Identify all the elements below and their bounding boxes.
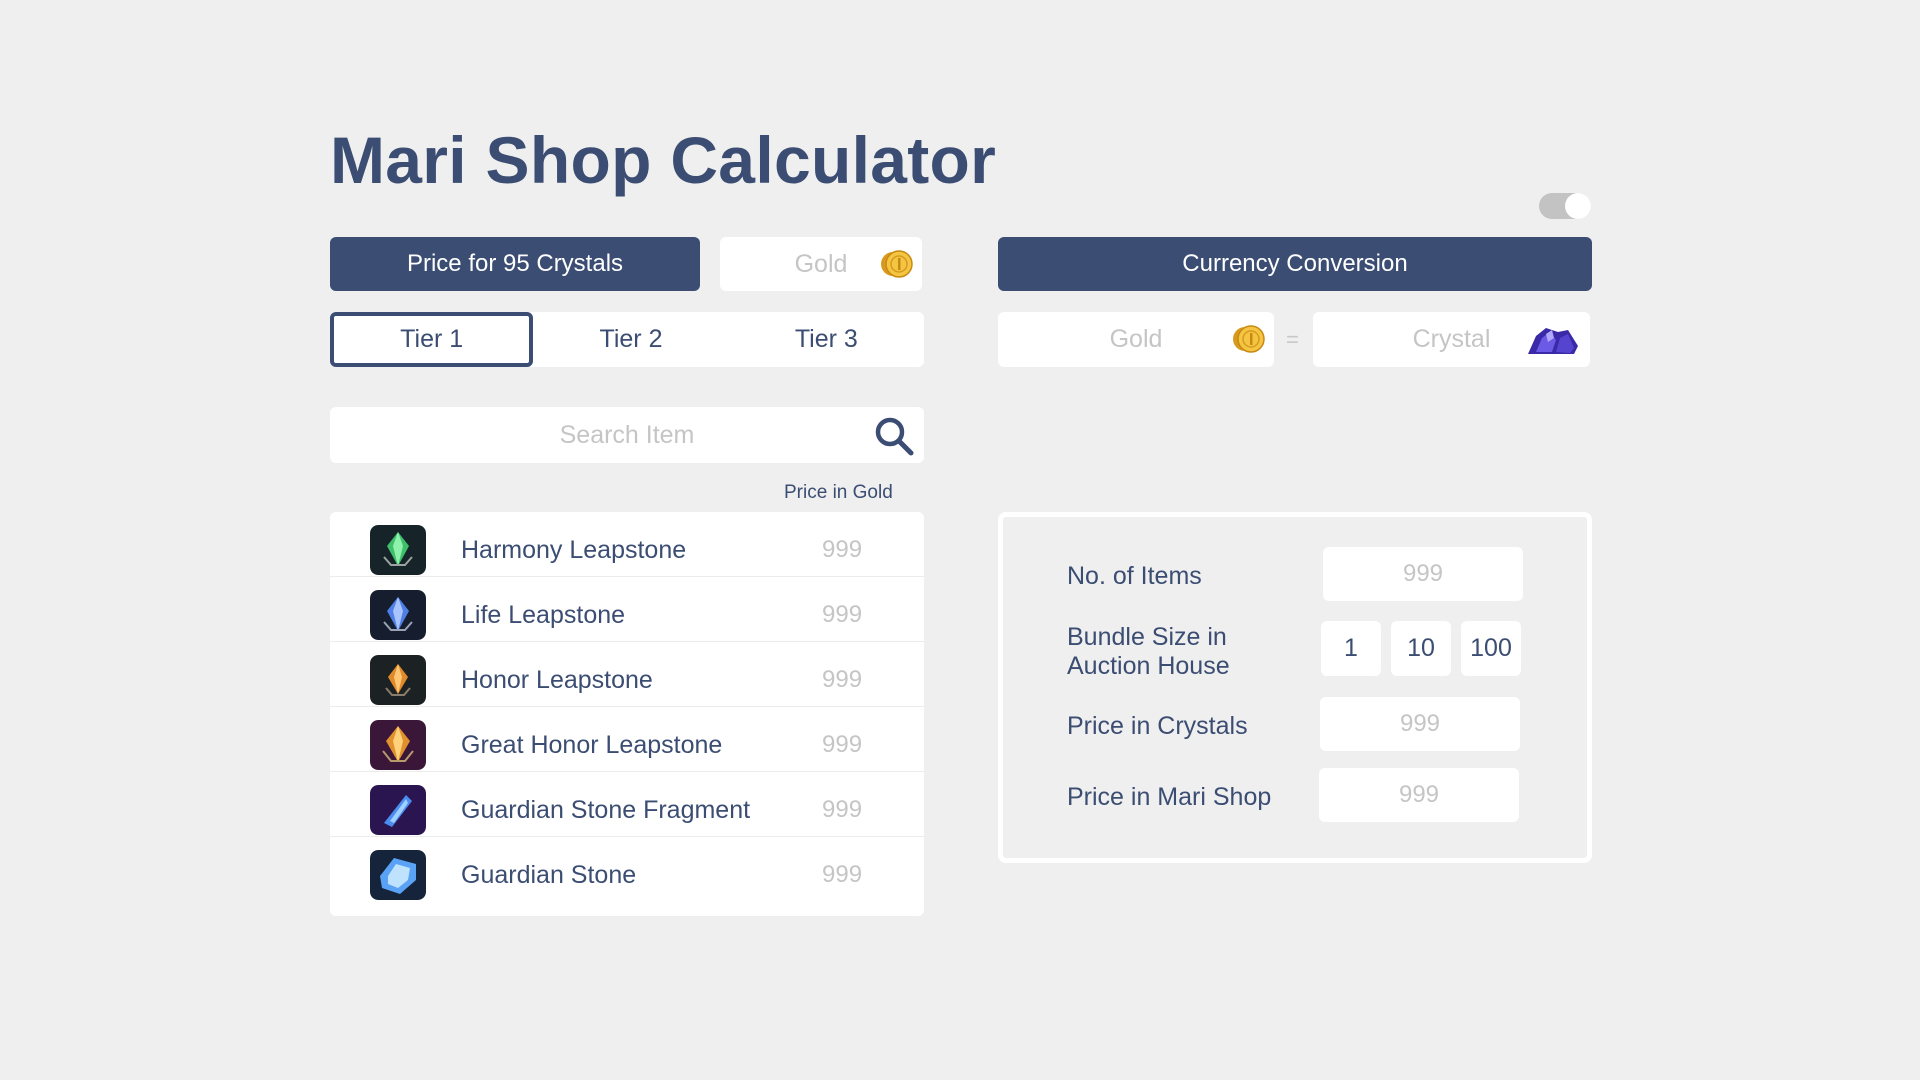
crystal-icon	[1528, 328, 1578, 354]
item-price: 999	[822, 796, 863, 823]
item-price: 999	[822, 601, 863, 628]
calculator-panel: No. of Items 999 Bundle Size in Auction …	[998, 512, 1592, 863]
page-title: Mari Shop Calculator	[330, 123, 997, 197]
tab-tier-3[interactable]: Tier 3	[729, 312, 924, 367]
conversion-crystal-input[interactable]: Crystal	[1313, 312, 1590, 367]
gold-placeholder: Gold	[794, 249, 848, 278]
bundle-size-100-button[interactable]: 100	[1461, 621, 1521, 676]
honor-leapstone-icon	[370, 655, 426, 705]
gold-coin-icon	[1233, 325, 1265, 353]
gold-coin-icon	[881, 250, 913, 278]
conversion-crystal-placeholder: Crystal	[1412, 325, 1491, 353]
tab-tier-2[interactable]: Tier 2	[533, 312, 728, 367]
guardian-stone-icon	[370, 850, 426, 900]
price-in-crystals-label: Price in Crystals	[1067, 712, 1248, 740]
life-leapstone-icon	[370, 590, 426, 640]
guardian-stone-fragment-icon	[370, 785, 426, 835]
item-name: Honor Leapstone	[461, 666, 653, 694]
price-in-mari-shop-field[interactable]: 999	[1319, 768, 1519, 822]
item-name: Harmony Leapstone	[461, 536, 687, 564]
item-name: Great Honor Leapstone	[461, 731, 723, 759]
price-in-crystals-field[interactable]: 999	[1320, 697, 1520, 751]
list-item[interactable]: Great Honor Leapstone 999	[330, 707, 924, 772]
gold-input[interactable]: Gold	[720, 237, 922, 291]
conversion-gold-input[interactable]: Gold	[998, 312, 1274, 367]
items-count-field[interactable]: 999	[1323, 547, 1523, 601]
harmony-leapstone-icon	[370, 525, 426, 575]
theme-toggle[interactable]	[1539, 193, 1591, 219]
list-item[interactable]: Guardian Stone Fragment 999	[330, 772, 924, 837]
list-item[interactable]: Guardian Stone 999	[330, 837, 924, 902]
price-column-header: Price in Gold	[784, 482, 893, 503]
bundle-size-10-button[interactable]: 10	[1391, 621, 1451, 676]
item-name: Guardian Stone	[461, 861, 637, 889]
item-price: 999	[822, 861, 863, 888]
item-price: 999	[822, 536, 863, 563]
toggle-knob	[1565, 193, 1591, 219]
price-in-mari-shop-label: Price in Mari Shop	[1067, 783, 1272, 811]
conversion-gold-placeholder: Gold	[1109, 325, 1163, 353]
bundle-size-label-line2: Auction House	[1067, 652, 1230, 680]
item-price: 999	[822, 666, 863, 693]
list-item[interactable]: Honor Leapstone 999	[330, 642, 924, 707]
list-item[interactable]: Life Leapstone 999	[330, 577, 924, 642]
search-placeholder: Search Item	[559, 420, 695, 449]
search-icon[interactable]	[874, 416, 914, 456]
item-price: 999	[822, 731, 863, 758]
search-input[interactable]: Search Item	[330, 407, 924, 463]
tab-tier-1[interactable]: Tier 1	[330, 312, 534, 367]
item-list: Harmony Leapstone 999 Life Leapstone 999…	[330, 512, 924, 916]
tier-tabs: Tier 1 Tier 2 Tier 3	[330, 312, 924, 367]
bundle-size-1-button[interactable]: 1	[1321, 621, 1381, 676]
equals-sign: =	[1286, 327, 1299, 352]
price-for-crystals-button[interactable]: Price for 95 Crystals	[330, 237, 700, 291]
items-count-label: No. of Items	[1067, 562, 1202, 590]
bundle-size-label-line1: Bundle Size in	[1067, 623, 1227, 651]
item-name: Life Leapstone	[461, 601, 626, 629]
item-name: Guardian Stone Fragment	[461, 796, 751, 824]
great-honor-leapstone-icon	[370, 720, 426, 770]
currency-conversion-button[interactable]: Currency Conversion	[998, 237, 1592, 291]
list-item[interactable]: Harmony Leapstone 999	[330, 512, 924, 577]
